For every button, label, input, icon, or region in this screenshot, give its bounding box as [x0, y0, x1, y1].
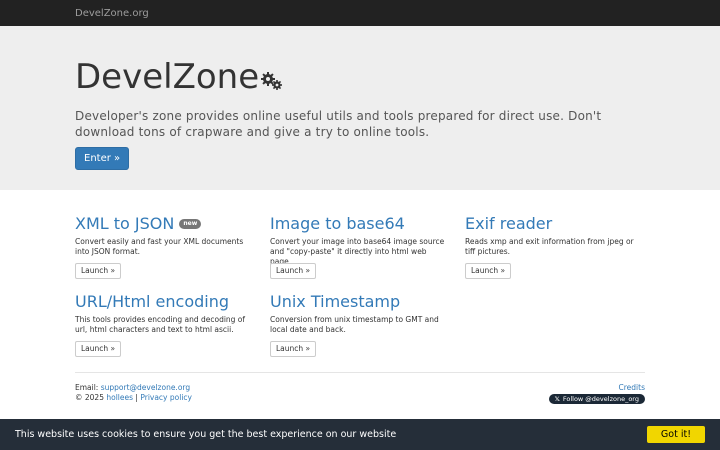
tool-description: Convert easily and fast your XML documen… [75, 237, 244, 256]
top-navbar: DevelZone.org [0, 0, 720, 26]
tool-description: Conversion from unix timestamp to GMT an… [270, 315, 439, 334]
tool-card-xml-to-json: XML to JSON new Convert easily and fast … [75, 214, 255, 279]
footer-separator: | [135, 393, 138, 402]
credits-link[interactable]: Credits [619, 383, 645, 392]
tool-title-image-to-base64[interactable]: Image to base64 [270, 214, 405, 234]
enter-button[interactable]: Enter » [75, 147, 130, 170]
launch-button-exif-reader[interactable]: Launch » [465, 263, 512, 279]
launch-button-url-html-encoding[interactable]: Launch » [75, 341, 122, 357]
new-badge: new [179, 219, 202, 229]
hero-heading: DevelZone [75, 56, 645, 98]
footer-left: Email: support@develzone.org © 2025 holl… [75, 383, 192, 403]
launch-button-unix-timestamp[interactable]: Launch » [270, 341, 317, 357]
tool-description: Convert your image into base64 image sou… [270, 237, 445, 266]
hero-description: Developer's zone provides online useful … [75, 109, 602, 139]
privacy-policy-link[interactable]: Privacy policy [140, 393, 192, 402]
gears-icon [261, 60, 283, 100]
navbar-brand-link[interactable]: DevelZone.org [75, 8, 149, 19]
email-link[interactable]: support@develzone.org [101, 383, 190, 392]
tool-title-unix-timestamp[interactable]: Unix Timestamp [270, 292, 400, 312]
tool-card-unix-timestamp: Unix Timestamp Conversion from unix time… [270, 292, 450, 357]
footer-right: Credits 𝕏 Follow @develzone_org [548, 383, 645, 404]
twitter-follow-label: Follow @develzone_org [562, 395, 639, 403]
tool-title-url-html-encoding[interactable]: URL/Html encoding [75, 292, 229, 312]
cookie-consent-bar: This website uses cookies to ensure you … [0, 419, 720, 450]
tool-title-exif-reader[interactable]: Exif reader [465, 214, 552, 234]
twitter-follow-button[interactable]: 𝕏 Follow @develzone_org [548, 394, 645, 404]
author-link[interactable]: hollees [106, 393, 133, 402]
launch-button-xml-to-json[interactable]: Launch » [75, 263, 122, 279]
launch-button-image-to-base64[interactable]: Launch » [270, 263, 317, 279]
email-label: Email: [75, 383, 99, 392]
footer-divider [75, 372, 645, 373]
x-logo-icon: 𝕏 [554, 395, 560, 403]
copyright-text: © 2025 [75, 393, 104, 402]
tool-description: This tools provides encoding and decodin… [75, 315, 246, 334]
tool-title-xml-to-json[interactable]: XML to JSON [75, 214, 174, 234]
tool-description: Reads xmp and exit information from jpeg… [465, 237, 634, 256]
tool-card-exif-reader: Exif reader Reads xmp and exit informati… [465, 214, 645, 279]
tool-card-image-to-base64: Image to base64 Convert your image into … [270, 214, 450, 279]
tool-card-url-html-encoding: URL/Html encoding This tools provides en… [75, 292, 255, 357]
cookie-accept-button[interactable]: Got it! [646, 426, 705, 443]
cookie-message: This website uses cookies to ensure you … [15, 429, 397, 440]
hero-title: DevelZone [75, 57, 260, 97]
hero-jumbotron: DevelZone Developer's zone provides onli… [0, 26, 720, 190]
